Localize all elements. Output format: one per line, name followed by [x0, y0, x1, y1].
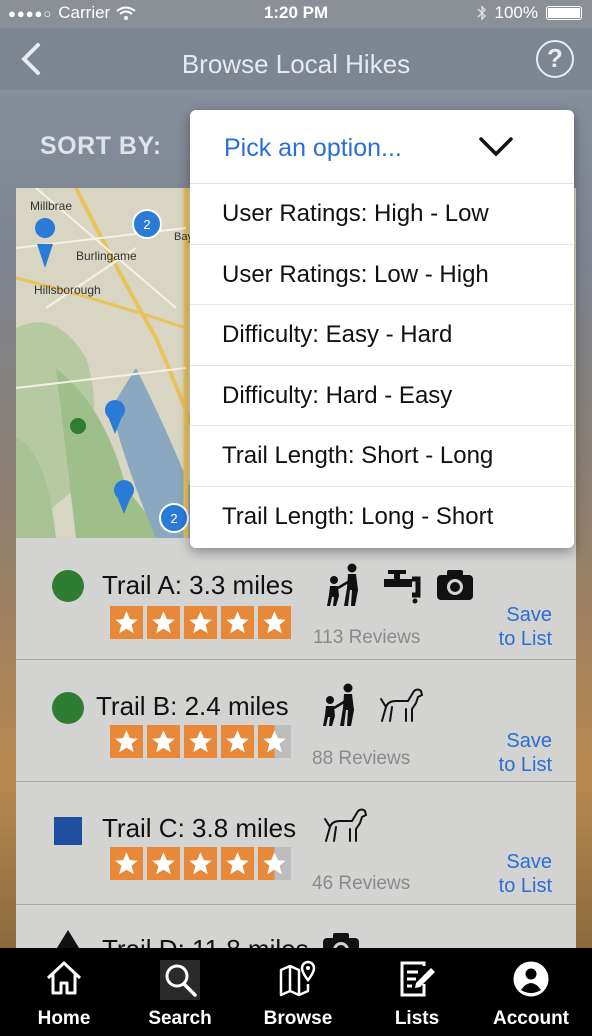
sort-option-ratings-low-high[interactable]: User Ratings: Low - High	[190, 245, 574, 305]
sort-dropdown[interactable]: Pick an option... User Ratings: High - L…	[190, 110, 574, 548]
help-button[interactable]: ?	[536, 40, 574, 78]
map-label-millbrae: Millbrae	[30, 199, 72, 213]
account-icon	[513, 961, 549, 997]
list-item[interactable]: Trail A: 3.3 miles 113 Reviews Save to L…	[16, 538, 576, 660]
tab-home[interactable]: Home	[5, 948, 123, 1036]
review-count: 113 Reviews	[313, 627, 421, 648]
park-tree-icon	[70, 418, 86, 434]
dog-icon	[380, 688, 424, 722]
star-icon	[184, 847, 217, 880]
difficulty-moderate-icon	[54, 817, 82, 845]
sort-by-label: SORT BY:	[40, 132, 162, 160]
review-count: 46 Reviews	[312, 873, 411, 894]
star-icon	[184, 606, 217, 639]
list-item[interactable]: Trail D: 11.8 miles	[16, 908, 576, 948]
tab-label: Browse	[263, 1008, 333, 1029]
water-fountain-icon	[384, 570, 421, 604]
svg-text:2: 2	[170, 511, 177, 526]
star-icon	[221, 606, 254, 639]
difficulty-easy-icon	[52, 692, 84, 724]
star-rating	[110, 847, 291, 880]
search-icon	[160, 960, 200, 1000]
difficulty-hard-icon	[52, 930, 84, 948]
star-icon	[147, 847, 180, 880]
list-edit-icon	[400, 961, 435, 997]
star-icon	[258, 606, 291, 639]
trail-name: Trail B: 2.4 miles	[96, 691, 289, 721]
star-icon	[110, 725, 143, 758]
trail-name: Trail A: 3.3 miles	[102, 570, 294, 600]
sort-placeholder: Pick an option...	[224, 134, 402, 162]
star-icon	[147, 725, 180, 758]
star-icon	[110, 606, 143, 639]
tab-account[interactable]: Account	[472, 948, 590, 1036]
map-icon	[279, 960, 316, 997]
status-bar: ●●●●○ Carrier 1:20 PM 100%	[0, 0, 592, 28]
star-rating	[110, 606, 291, 639]
page-title: Browse Local Hikes	[181, 49, 411, 79]
chevron-down-icon[interactable]	[478, 136, 514, 158]
bluetooth-icon	[477, 5, 486, 21]
sort-option-length-short-long[interactable]: Trail Length: Short - Long	[190, 426, 574, 487]
tab-bar: Home Search Browse Lists Account	[0, 948, 592, 1036]
half-star-icon	[258, 847, 291, 880]
star-rating	[110, 725, 291, 758]
star-icon	[147, 606, 180, 639]
home-icon	[46, 961, 82, 995]
tab-label: Account	[493, 1008, 569, 1029]
tab-label: Search	[148, 1008, 212, 1029]
trail-name: Trail D: 11.8 miles	[102, 934, 309, 948]
tab-label: Home	[37, 1008, 91, 1029]
list-item[interactable]: Trail C: 3.8 miles 46 Reviews Save to Lis…	[16, 783, 576, 905]
star-icon	[184, 725, 217, 758]
sort-option-length-long-short[interactable]: Trail Length: Long - Short	[190, 487, 574, 548]
battery-percent: 100%	[494, 3, 538, 22]
sort-option-difficulty-easy-hard[interactable]: Difficulty: Easy - Hard	[190, 305, 574, 366]
tab-browse[interactable]: Browse	[239, 948, 357, 1036]
family-icon	[327, 563, 358, 606]
camera-icon	[437, 570, 473, 600]
trail-list: Trail A: 3.3 miles 113 Reviews Save to L…	[16, 538, 576, 948]
save-to-list-link[interactable]: Save to List	[476, 850, 552, 898]
save-to-list-link[interactable]: Save to List	[476, 603, 552, 651]
save-to-list-link[interactable]: Save to List	[476, 729, 552, 777]
map-label-burlingame: Burlingame	[76, 249, 137, 263]
sort-option-difficulty-hard-easy[interactable]: Difficulty: Hard - Easy	[190, 366, 574, 426]
map-label-hillsborough: Hillsborough	[34, 283, 101, 297]
dog-icon	[324, 808, 368, 842]
list-item[interactable]: Trail B: 2.4 miles 88 Reviews Save to Lis…	[16, 660, 576, 782]
sort-dropdown-header[interactable]: Pick an option...	[190, 110, 574, 184]
star-icon	[221, 725, 254, 758]
trail-name: Trail C: 3.8 miles	[102, 813, 297, 843]
map-cluster-badge[interactable]: 2	[132, 209, 162, 239]
tab-label: Lists	[394, 1008, 440, 1029]
sort-option-ratings-high-low[interactable]: User Ratings: High - Low	[190, 184, 574, 245]
tab-search[interactable]: Search	[121, 948, 239, 1036]
map-cluster-badge[interactable]: 2	[159, 503, 189, 533]
star-icon	[110, 847, 143, 880]
star-icon	[221, 847, 254, 880]
svg-text:2: 2	[143, 217, 150, 232]
difficulty-easy-icon	[52, 570, 84, 602]
tab-lists[interactable]: Lists	[358, 948, 476, 1036]
family-icon	[323, 683, 354, 726]
review-count: 88 Reviews	[312, 748, 411, 769]
battery-icon	[546, 6, 582, 20]
camera-icon	[323, 933, 359, 948]
half-star-icon	[258, 725, 291, 758]
nav-bar: Browse Local Hikes ?	[0, 28, 592, 90]
